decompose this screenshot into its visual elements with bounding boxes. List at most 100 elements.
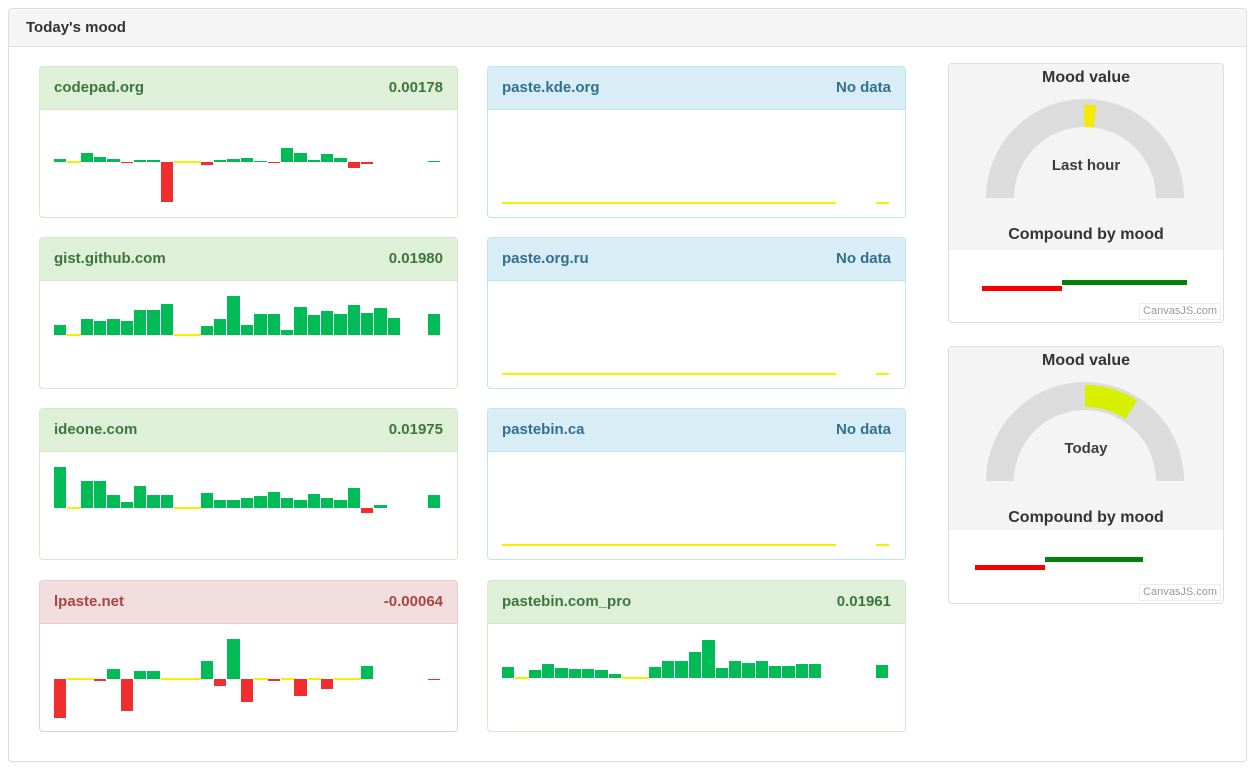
zero-line-segment (254, 678, 268, 680)
positive-bar (334, 314, 346, 335)
positive-bar (147, 671, 159, 679)
zero-line-segment (529, 202, 543, 204)
zero-line-segment (809, 202, 823, 204)
zero-line-segment (529, 544, 543, 546)
positive-bar (107, 495, 119, 508)
zero-line-segment (742, 373, 756, 375)
zero-line-segment (729, 202, 743, 204)
positive-bar (281, 330, 293, 335)
positive-bar (334, 158, 346, 162)
positive-bar (374, 505, 386, 508)
site-mood-value: No data (836, 67, 891, 109)
positive-bar (161, 304, 173, 335)
positive-bar (281, 498, 293, 508)
site-mood-value: 0.01980 (389, 238, 443, 280)
zero-line-segment (782, 373, 796, 375)
positive-bar (201, 493, 213, 508)
site-card-header: pastebin.ca No data (488, 409, 905, 452)
dashboard-panel: Today's mood codepad.org 0.00178 gist.gi… (8, 8, 1247, 762)
positive-bar (134, 310, 146, 335)
negative-bar (361, 508, 373, 513)
positive-bar (555, 668, 567, 678)
negative-bar (121, 679, 133, 711)
zero-line-segment (609, 544, 623, 546)
zero-line-segment (675, 373, 689, 375)
positive-bar (716, 668, 728, 678)
zero-line-segment (174, 334, 188, 336)
canvasjs-credit-link[interactable]: CanvasJS.com (1139, 303, 1221, 320)
zero-line-segment (809, 544, 823, 546)
site-name: lpaste.net (54, 581, 124, 623)
site-card-paste-kde: paste.kde.org No data (487, 66, 906, 218)
negative-bar (294, 679, 306, 696)
positive-bar (294, 500, 306, 508)
negative-bar (321, 679, 333, 689)
positive-bar (107, 669, 119, 679)
site-card-body (40, 624, 457, 730)
zero-line-segment (67, 678, 81, 680)
zero-line-segment (502, 373, 516, 375)
gauge-chart-area: Mood value Last hour Compound by mood (949, 64, 1223, 250)
positive-bar (689, 652, 701, 678)
positive-bar (147, 495, 159, 508)
positive-bar (134, 160, 146, 162)
positive-bar (348, 488, 360, 508)
site-card-header: lpaste.net -0.00064 (40, 581, 457, 624)
mood-gauge (949, 64, 1221, 224)
zero-line-segment (702, 373, 716, 375)
site-card-header: paste.org.ru No data (488, 238, 905, 281)
zero-line-segment (876, 373, 890, 375)
positive-bar (702, 640, 714, 678)
zero-line-segment (515, 677, 529, 679)
positive-bar (107, 159, 119, 162)
zero-line-segment (649, 373, 663, 375)
positive-bar (161, 495, 173, 508)
positive-bar (321, 154, 333, 162)
site-card-body (488, 624, 905, 730)
site-card-gist-github: gist.github.com 0.01980 (39, 237, 458, 389)
positive-bar (94, 481, 106, 508)
positive-bar (308, 315, 320, 335)
positive-bar (428, 161, 440, 162)
negative-bar (94, 679, 106, 681)
mood-bar-chart (40, 624, 457, 730)
compound-chart-title: Compound by mood (949, 226, 1223, 244)
site-card-paste-org-ru: paste.org.ru No data (487, 237, 906, 389)
zero-line-segment (822, 544, 836, 546)
site-mood-value: 0.01975 (389, 409, 443, 451)
zero-line-segment (281, 678, 295, 680)
positive-bar (769, 666, 781, 678)
positive-bar (54, 467, 66, 508)
negative-bar (361, 162, 373, 164)
mood-bar-chart (488, 281, 905, 387)
positive-bar (582, 669, 594, 678)
site-name: ideone.com (54, 409, 137, 451)
negative-bar (268, 679, 280, 681)
dashboard-header: Today's mood (9, 9, 1246, 47)
site-card-ideone: ideone.com 0.01975 (39, 408, 458, 560)
positive-bar (321, 498, 333, 508)
zero-line-segment (742, 202, 756, 204)
negative-bar (214, 679, 226, 686)
site-card-body (40, 452, 457, 558)
positive-bar (609, 674, 621, 678)
site-card-body (40, 281, 457, 387)
positive-bar (121, 321, 133, 335)
zero-line-segment (529, 373, 543, 375)
positive-bar (54, 159, 66, 162)
zero-line-segment (756, 202, 770, 204)
positive-bar (201, 661, 213, 679)
positive-bar (254, 161, 266, 162)
positive-bar (595, 670, 607, 678)
zero-line-segment (729, 373, 743, 375)
zero-line-segment (796, 202, 810, 204)
canvasjs-credit-link[interactable]: CanvasJS.com (1139, 584, 1221, 601)
zero-line-segment (742, 544, 756, 546)
zero-line-segment (649, 202, 663, 204)
site-card-body (40, 110, 457, 216)
zero-line-segment (348, 678, 362, 680)
page: Today's mood codepad.org 0.00178 gist.gi… (0, 0, 1255, 770)
zero-line-segment (782, 544, 796, 546)
zero-line-segment (756, 373, 770, 375)
mood-bar-chart (488, 110, 905, 216)
